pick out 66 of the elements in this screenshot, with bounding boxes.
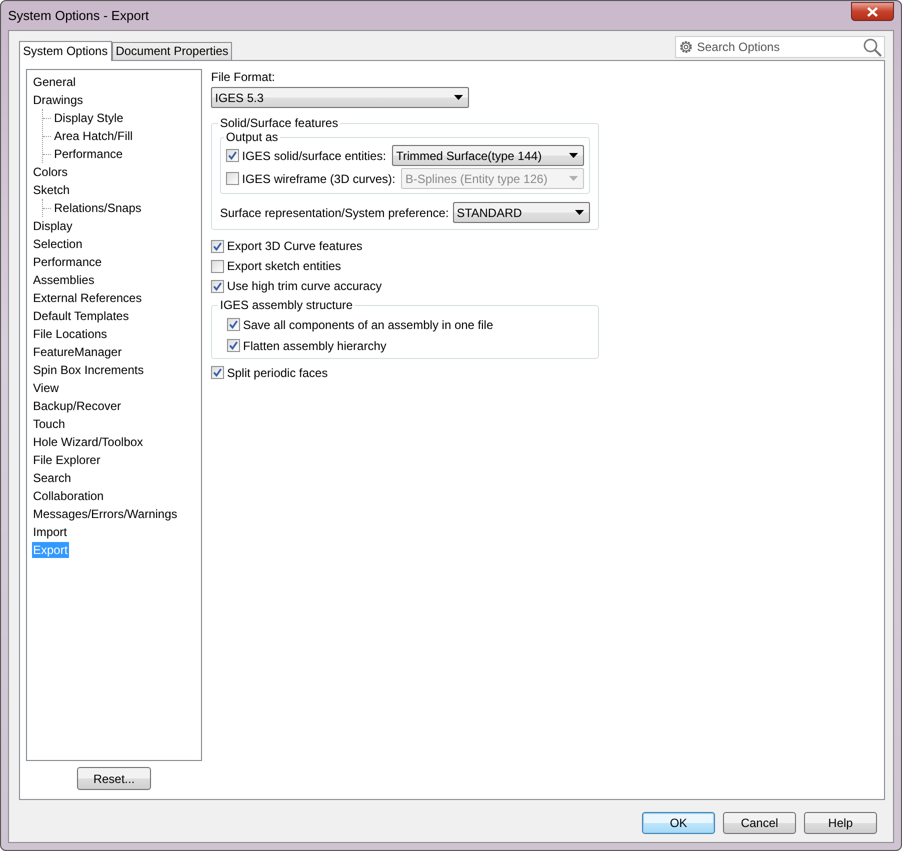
- tree-item[interactable]: Search: [32, 470, 72, 486]
- tree-item[interactable]: File Explorer: [32, 452, 102, 468]
- tree-item[interactable]: Import: [32, 524, 68, 540]
- tree-item[interactable]: Backup/Recover: [32, 398, 122, 414]
- checkbox-label: IGES wireframe (3D curves):: [242, 170, 396, 188]
- close-button[interactable]: [851, 2, 894, 21]
- caret-icon: [454, 95, 463, 100]
- checkbox[interactable]: [211, 240, 224, 252]
- checkbox-label: Export sketch entities: [227, 258, 342, 275]
- tree-item[interactable]: Collaboration: [32, 488, 105, 504]
- tree-item[interactable]: Selection: [32, 236, 84, 252]
- dropdown[interactable]: IGES 5.3: [211, 87, 469, 108]
- checkbox[interactable]: [211, 366, 224, 379]
- checkbox[interactable]: [227, 339, 240, 352]
- dialog-button[interactable]: Help: [804, 812, 877, 834]
- tree-item[interactable]: General: [32, 74, 77, 90]
- checkbox[interactable]: [211, 280, 224, 292]
- tree-item[interactable]: Performance: [32, 254, 103, 270]
- tree-item[interactable]: Performance: [53, 144, 124, 164]
- tree-item[interactable]: Display Style: [53, 108, 124, 128]
- tree-item[interactable]: Messages/Errors/Warnings: [32, 506, 178, 522]
- tree-item[interactable]: Relations/Snaps: [53, 198, 142, 218]
- tree-item[interactable]: Area Hatch/Fill: [53, 126, 134, 146]
- tree-item[interactable]: Sketch: [32, 182, 71, 198]
- tree-item[interactable]: Hole Wizard/Toolbox: [32, 434, 144, 450]
- tree-item[interactable]: Drawings: [32, 92, 84, 108]
- tree-item[interactable]: Spin Box Increments: [32, 362, 145, 378]
- checkbox-label: Flatten assembly hierarchy: [243, 338, 386, 354]
- checkbox-label: Export 3D Curve features: [227, 238, 362, 255]
- tree-item[interactable]: Assemblies: [32, 272, 96, 288]
- dropdown[interactable]: STANDARD: [452, 202, 590, 223]
- group-title: Solid/Surface features: [219, 116, 340, 130]
- tree-item[interactable]: External References: [32, 290, 143, 306]
- gear-icon: [678, 39, 694, 55]
- tree-item[interactable]: Default Templates: [32, 308, 130, 324]
- checkbox[interactable]: [226, 149, 239, 162]
- checkbox-label: Use high trim curve accuracy: [227, 278, 382, 295]
- tree-item[interactable]: Touch: [32, 416, 66, 432]
- caret-icon: [575, 210, 584, 215]
- window-title: System Options - Export: [8, 6, 149, 25]
- checkbox-label: Split periodic faces: [227, 364, 328, 382]
- group-title: Output as: [225, 130, 280, 144]
- checkbox-label: Save all components of an assembly in one file: [243, 316, 494, 334]
- tree-item[interactable]: File Locations: [32, 326, 108, 342]
- dropdown[interactable]: Trimmed Surface(type 144): [392, 145, 584, 166]
- group-title: IGES assembly structure: [219, 298, 354, 312]
- checkbox-label: IGES solid/surface entities:: [242, 148, 386, 164]
- reset-button[interactable]: Reset...: [77, 767, 151, 790]
- dialog-button[interactable]: Cancel: [723, 812, 796, 834]
- caret-icon: [569, 153, 578, 158]
- search-box[interactable]: Search Options: [675, 36, 885, 58]
- tab[interactable]: System Options: [19, 41, 112, 61]
- tree-item[interactable]: Display: [32, 218, 74, 234]
- checkbox[interactable]: [211, 260, 224, 272]
- tree-item[interactable]: Colors: [32, 164, 69, 180]
- dialog-button[interactable]: OK: [642, 812, 715, 834]
- field-label: Surface representation/System preference:: [220, 204, 449, 222]
- close-icon: [867, 6, 878, 16]
- caret-icon: [569, 176, 578, 181]
- search-icon[interactable]: [863, 38, 882, 56]
- tree-item[interactable]: FeatureManager: [32, 344, 123, 360]
- search-field[interactable]: Search Options: [694, 38, 863, 56]
- tab[interactable]: Document Properties: [112, 42, 232, 60]
- checkbox[interactable]: [227, 318, 240, 331]
- field-label: File Format:: [211, 70, 276, 84]
- tree-item[interactable]: View: [32, 380, 60, 396]
